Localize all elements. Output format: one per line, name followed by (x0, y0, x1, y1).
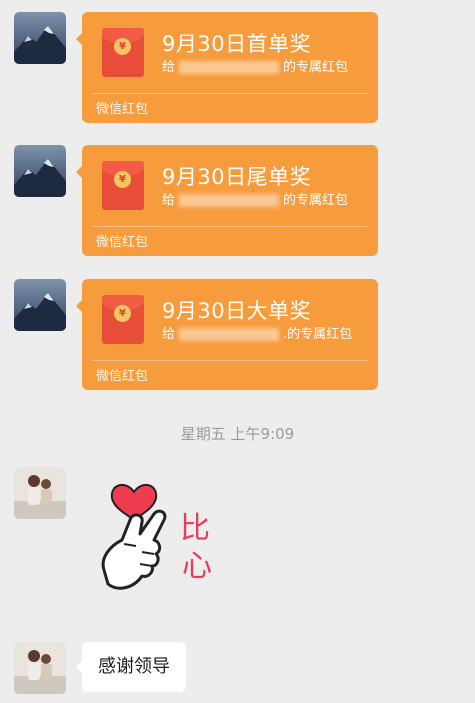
sender-avatar[interactable] (14, 145, 66, 197)
landscape-avatar-icon (14, 279, 66, 331)
chat-timestamp: 星期五 上午9:09 (180, 425, 295, 443)
divider (92, 93, 368, 94)
red-envelope-icon: ¥ (102, 28, 144, 77)
sticker-text-bottom: 心 (182, 549, 212, 584)
blurred-name (179, 61, 280, 74)
finger-heart-sticker[interactable]: 比 心 (96, 480, 236, 610)
photo-avatar-icon (14, 642, 66, 694)
sticker-text-top: 比 (180, 511, 210, 546)
red-packet-message[interactable]: ¥ 9月30日首单奖 给的专属红包 微信红包 (76, 12, 378, 123)
divider (92, 226, 368, 227)
text-message-bubble[interactable]: 感谢领导 (76, 642, 186, 692)
sender-avatar-2[interactable] (14, 467, 66, 519)
divider (92, 360, 368, 361)
red-packet-recipient: 给的专属红包 (162, 193, 349, 208)
red-packet-label: 微信红包 (96, 102, 149, 117)
photo-avatar-icon (14, 467, 66, 519)
hand-icon (101, 509, 167, 590)
red-packet-title: 9月30日首单奖 (162, 32, 312, 56)
red-packet-recipient: 给 .的专属红包 (162, 327, 353, 342)
red-packet-title: 9月30日尾单奖 (162, 165, 312, 189)
sender-avatar[interactable] (14, 12, 66, 64)
red-envelope-icon: ¥ (102, 161, 144, 210)
sender-avatar[interactable] (14, 279, 66, 331)
yuan-coin-icon: ¥ (114, 305, 131, 322)
red-packet-message[interactable]: ¥ 9月30日大单奖 给 .的专属红包 微信红包 (76, 279, 378, 390)
sender-avatar-2[interactable] (14, 642, 66, 694)
red-packet-message[interactable]: ¥ 9月30日尾单奖 给的专属红包 微信红包 (76, 145, 378, 256)
red-packet-label: 微信红包 (96, 369, 149, 384)
red-packet-label: 微信红包 (96, 235, 149, 250)
yuan-coin-icon: ¥ (114, 171, 131, 188)
landscape-avatar-icon (14, 12, 66, 64)
red-envelope-icon: ¥ (102, 295, 144, 344)
landscape-avatar-icon (14, 145, 66, 197)
red-packet-recipient: 给的专属红包 (162, 60, 349, 75)
red-packet-title: 9月30日大单奖 (162, 299, 312, 323)
blurred-name (179, 194, 280, 207)
blurred-name (179, 328, 280, 341)
yuan-coin-icon: ¥ (114, 38, 131, 55)
text-message: 感谢领导 (98, 656, 170, 677)
